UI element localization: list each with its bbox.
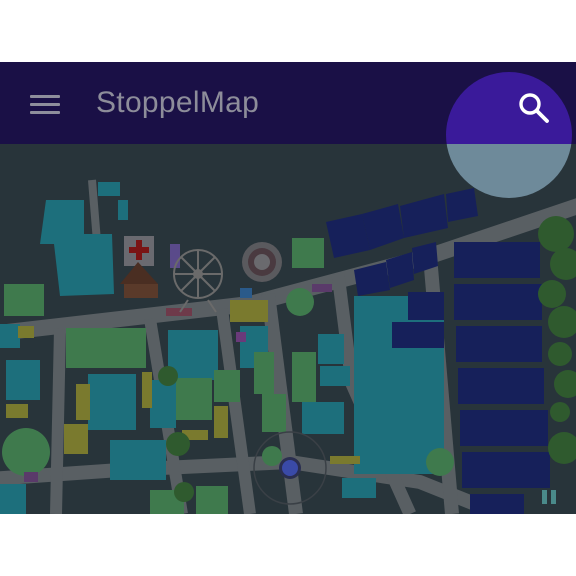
map-view[interactable] [0, 144, 576, 514]
search-button[interactable] [514, 88, 562, 136]
app-title: StoppelMap [96, 86, 260, 119]
hamburger-menu-icon [30, 95, 60, 98]
map-canvas[interactable] [0, 144, 576, 514]
search-icon [519, 93, 549, 123]
carousel-marker[interactable] [242, 242, 282, 282]
app-screen: StoppelMap [0, 62, 576, 514]
menu-button[interactable] [22, 86, 66, 122]
